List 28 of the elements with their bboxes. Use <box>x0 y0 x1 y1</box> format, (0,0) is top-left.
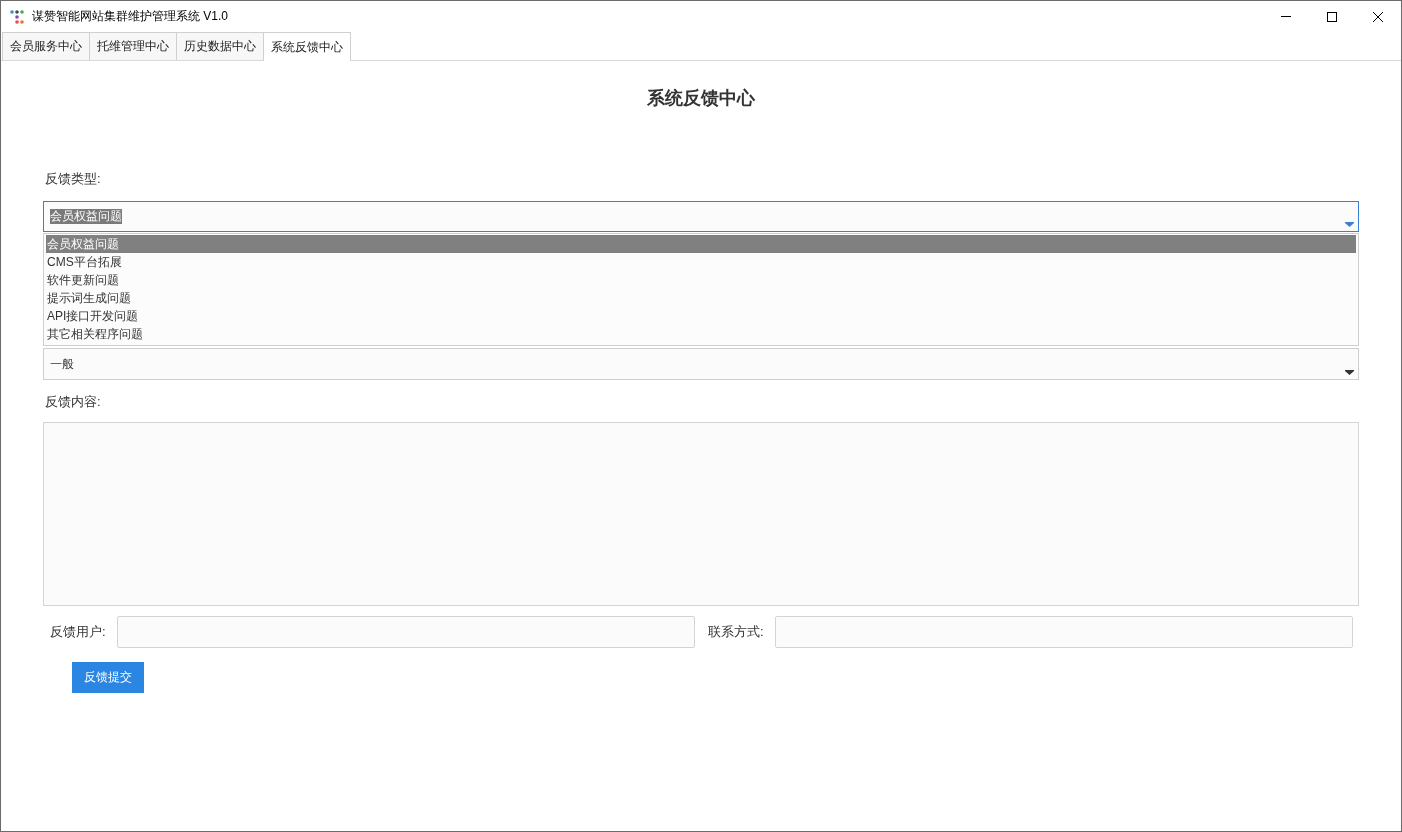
priority-select[interactable]: 一般 <box>43 348 1359 380</box>
feedback-content-field[interactable] <box>43 422 1359 606</box>
dots-logo-icon <box>10 9 24 24</box>
field-label: 反馈内容: <box>44 393 101 411</box>
feedback-type-select[interactable]: 会员权益问题 <box>43 201 1359 232</box>
user-input-field[interactable] <box>116 616 695 648</box>
dropdown-option[interactable]: 提示词生成问题 <box>46 289 1356 307</box>
dropdown-option[interactable]: CMS平台拓展 <box>46 253 1356 271</box>
dropdown-option[interactable]: 软件更新问题 <box>46 271 1356 289</box>
caret-down-icon <box>1345 370 1354 375</box>
submit-button[interactable]: 反馈提交 <box>72 662 144 693</box>
field-label: 反馈类型: <box>44 170 101 188</box>
dropdown-option[interactable]: 其它相关程序问题 <box>46 325 1356 343</box>
tab[interactable]: 会员服务中心 <box>2 32 90 60</box>
contact-input-field[interactable] <box>774 616 1353 648</box>
field-label: 联系方式: <box>708 623 764 641</box>
page-title: 系统反馈中心 <box>646 87 756 110</box>
tab[interactable]: 系统反馈中心 <box>263 32 351 61</box>
field-label: 反馈用户: <box>50 623 106 641</box>
close-icon <box>1373 11 1383 22</box>
dropdown-option[interactable]: API接口开发问题 <box>46 307 1356 325</box>
tab[interactable]: 托维管理中心 <box>89 32 177 60</box>
minimize-icon <box>1281 16 1291 17</box>
dropdown-option[interactable]: 会员权益问题 <box>46 235 1356 253</box>
tab[interactable]: 历史数据中心 <box>176 32 264 60</box>
caret-down-icon <box>1345 222 1354 227</box>
maximize-icon <box>1327 11 1337 22</box>
window-title: 谋赞智能网站集群维护管理系统 V1.0 <box>32 8 229 25</box>
